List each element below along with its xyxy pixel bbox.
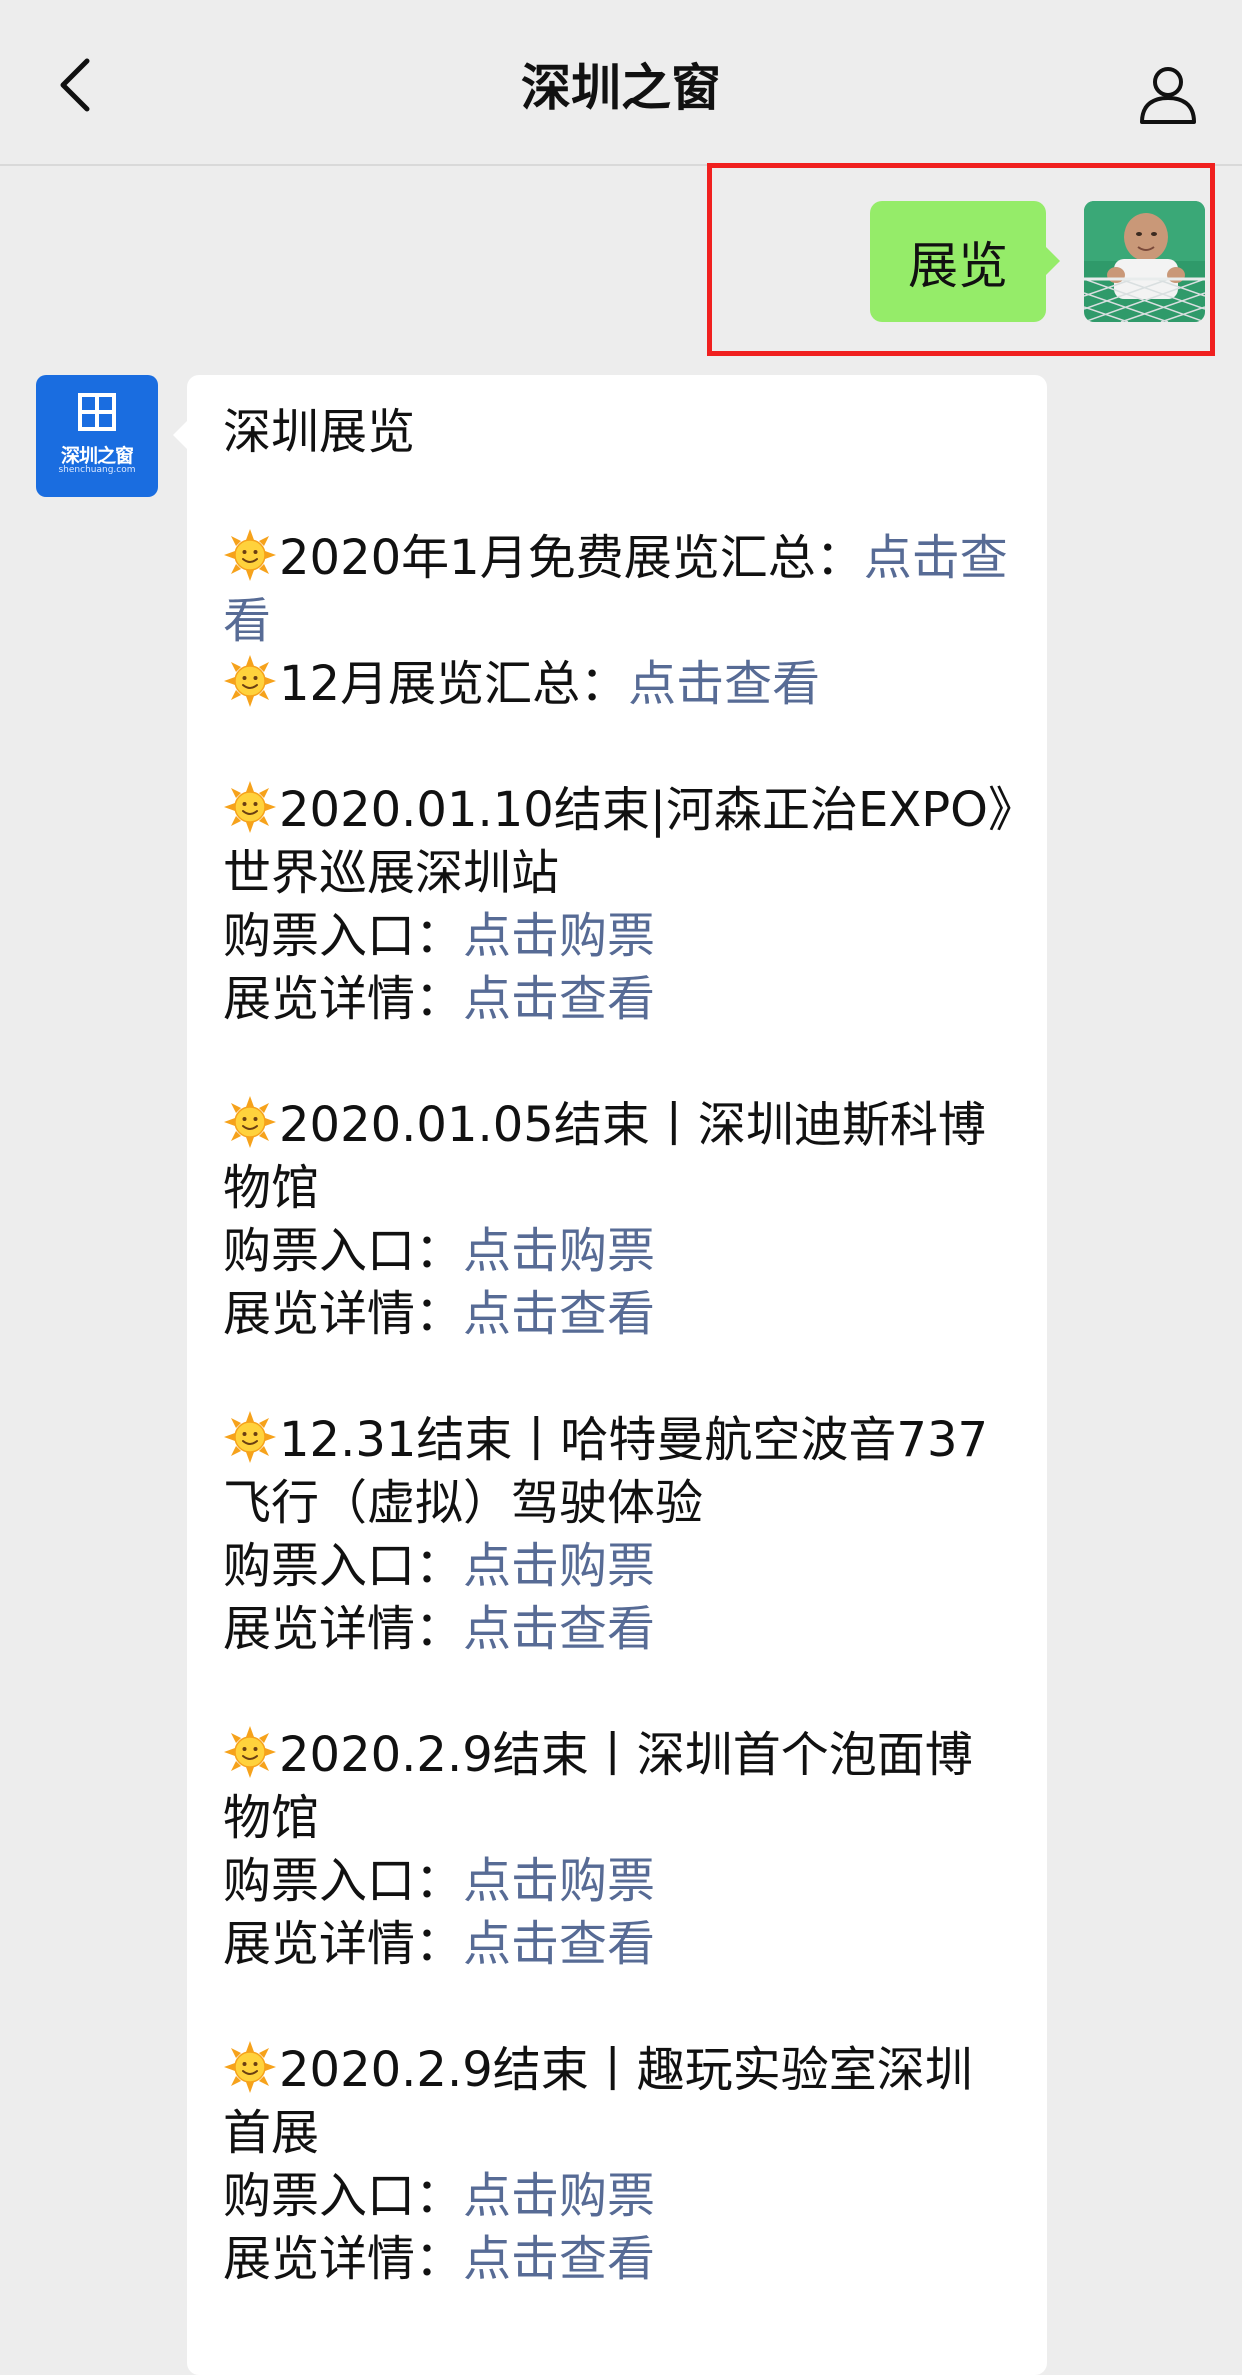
detail-link[interactable]: 点击查看 [463,1601,655,1657]
sun-icon [224,1726,276,1778]
detail-link[interactable]: 点击查看 [463,971,655,1027]
ticket-label: 购票入口： [223,1538,464,1594]
user-avatar-image [1084,201,1205,322]
chat-title: 深圳之窗 [521,59,721,117]
ticket-label: 购票入口： [223,908,464,964]
summary-label: 12月展览汇总： [279,656,629,712]
user-message-bubble[interactable]: 展览 [870,201,1060,322]
summary-label: 2020年1月免费展览汇总： [279,530,864,586]
user-avatar[interactable] [1084,201,1205,322]
ticket-line: 购票入口：点击购票 [223,2165,1013,2228]
sun-icon [224,1411,276,1463]
exhibition-title: 2020.01.10结束|河森正治EXPO》世界巡展深圳站 [223,779,1013,905]
bot-avatar[interactable]: 深圳之窗 shenchuang.com [36,375,158,497]
detail-label: 展览详情： [223,1601,464,1657]
ticket-link[interactable]: 点击购票 [463,2168,655,2224]
summary-link[interactable]: 点击查看 [628,656,820,712]
ticket-label: 购票入口： [223,2168,464,2224]
profile-button[interactable] [1130,56,1206,132]
detail-label: 展览详情： [223,2231,464,2287]
exhibition-title: 2020.2.9结束丨趣玩实验室深圳首展 [223,2039,1013,2165]
summary-line: 2020年1月免费展览汇总：点击查看 [223,527,1013,653]
detail-label: 展览详情： [223,1916,464,1972]
bot-logo-text: 深圳之窗 [60,445,134,467]
detail-link[interactable]: 点击查看 [463,1916,655,1972]
detail-line: 展览详情：点击查看 [223,1283,1013,1346]
person-icon [1140,67,1196,124]
sun-icon [224,529,276,581]
sun-icon [224,1096,276,1148]
message-heading: 深圳展览 [223,404,416,460]
ticket-link[interactable]: 点击购票 [463,908,655,964]
exhibition-title-text: 2020.01.10结束|河森正治EXPO》世界巡展深圳站 [223,782,1012,901]
detail-line: 展览详情：点击查看 [223,1598,1013,1661]
sun-icon [224,781,276,833]
sun-icon [224,2041,276,2093]
sun-icon [224,655,276,707]
ticket-line: 购票入口：点击购票 [223,1850,1013,1913]
user-message-text: 展览 [908,236,1008,295]
bot-message-content: 深圳展览 2020年1月免费展览汇总：点击查看 12月展览汇总：点击查看 202… [223,401,1013,2291]
exhibition-title-text: 2020.2.9结束丨深圳首个泡面博物馆 [223,1727,973,1846]
summary-line: 12月展览汇总：点击查看 [223,653,1013,716]
exhibition-title: 12.31结束丨哈特曼航空波音737飞行（虚拟）驾驶体验 [223,1409,1013,1535]
ticket-label: 购票入口： [223,1223,464,1279]
detail-line: 展览详情：点击查看 [223,2228,1013,2291]
detail-label: 展览详情： [223,971,464,1027]
bot-logo-subtext: shenchuang.com [58,465,136,475]
ticket-link[interactable]: 点击购票 [463,1853,655,1909]
exhibition-title-text: 12.31结束丨哈特曼航空波音737飞行（虚拟）驾驶体验 [223,1412,989,1531]
detail-line: 展览详情：点击查看 [223,968,1013,1031]
ticket-link[interactable]: 点击购票 [463,1538,655,1594]
detail-link[interactable]: 点击查看 [463,1286,655,1342]
detail-line: 展览详情：点击查看 [223,1913,1013,1976]
detail-link[interactable]: 点击查看 [463,2231,655,2287]
ticket-link[interactable]: 点击购票 [463,1223,655,1279]
exhibition-title-text: 2020.2.9结束丨趣玩实验室深圳首展 [223,2042,973,2161]
ticket-label: 购票入口： [223,1853,464,1909]
ticket-line: 购票入口：点击购票 [223,905,1013,968]
exhibition-title: 2020.01.05结束丨深圳迪斯科博物馆 [223,1094,1013,1220]
window-logo-icon [78,393,116,431]
ticket-line: 购票入口：点击购票 [223,1220,1013,1283]
detail-label: 展览详情： [223,1286,464,1342]
exhibition-title: 2020.2.9结束丨深圳首个泡面博物馆 [223,1724,1013,1850]
ticket-line: 购票入口：点击购票 [223,1535,1013,1598]
bot-message-bubble: 深圳展览 2020年1月免费展览汇总：点击查看 12月展览汇总：点击查看 202… [173,375,1047,2375]
exhibition-title-text: 2020.01.05结束丨深圳迪斯科博物馆 [223,1097,986,1216]
top-bar: 深圳之窗 [0,0,1242,166]
